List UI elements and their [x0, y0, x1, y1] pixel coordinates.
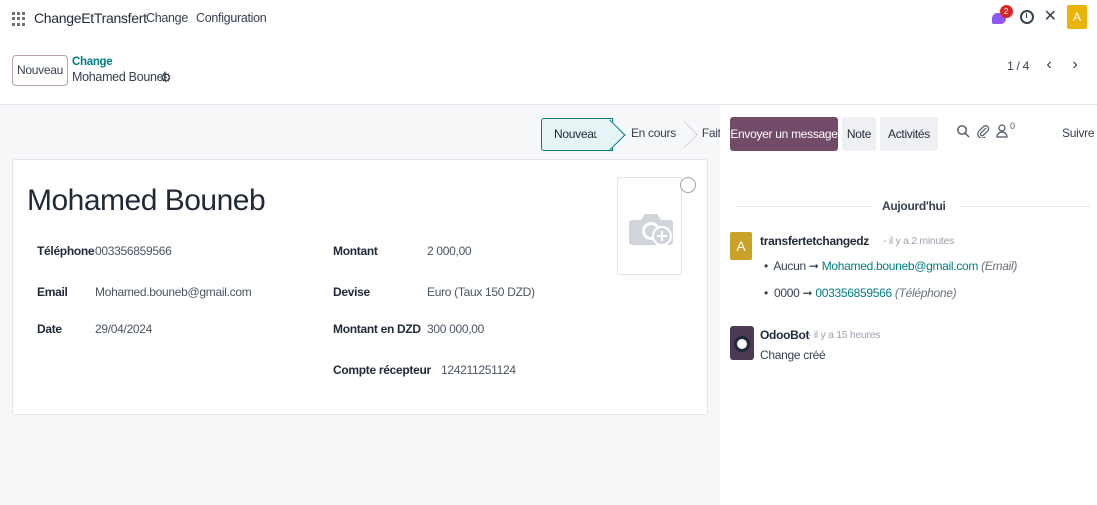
value-date[interactable]: 29/04/2024 — [95, 322, 152, 336]
follower-count: 0 — [1010, 121, 1016, 131]
message-body: Change créé — [760, 348, 826, 362]
tracking-old-value: 0000 — [773, 286, 800, 300]
bullet-dot: • — [764, 286, 768, 300]
message-author[interactable]: transfertetchangedz — [760, 234, 869, 248]
tracking-change-telephone: • 0000 ➞ 003356859566 (Téléphone) — [764, 286, 957, 300]
breadcrumb-current: Mohamed Bouneb — [72, 70, 170, 84]
value-email[interactable]: Mohamed.bouneb@gmail.com — [95, 285, 252, 299]
tracking-new-value: 003356859566 — [815, 286, 892, 300]
label-montant-dzd: Montant en DZD — [333, 322, 421, 336]
menu-configuration[interactable]: Configuration — [196, 11, 267, 25]
date-separator: Aujourd'hui — [882, 199, 946, 213]
record-name[interactable]: Mohamed Bouneb — [27, 184, 266, 218]
message-time: - il y a 2 minutes — [883, 235, 955, 247]
label-devise: Devise — [333, 285, 370, 299]
separator-line-right — [960, 206, 1090, 207]
message-author[interactable]: OdooBot — [760, 328, 810, 342]
activities-button[interactable]: Activités — [880, 117, 938, 151]
tools-icon[interactable]: ✕ — [1044, 9, 1057, 25]
stage-nouveau[interactable]: Nouveau — [541, 118, 613, 151]
arrow-right-icon: ➞ — [802, 286, 816, 300]
label-montant: Montant — [333, 244, 378, 258]
user-avatar[interactable]: A — [1067, 5, 1087, 29]
search-icon[interactable] — [956, 124, 970, 138]
arrow-right-icon: ➞ — [808, 259, 822, 273]
systray: 2 ✕ A — [991, 5, 1087, 29]
chatter-panel — [720, 105, 1097, 505]
discuss-badge: 2 — [999, 5, 1013, 18]
form-sheet: Mohamed Bouneb Téléphone 003356859566 Em… — [12, 159, 708, 415]
pager-value[interactable]: 1 / 4 — [1007, 59, 1029, 73]
log-note-button[interactable]: Note — [842, 117, 876, 151]
pager: 1 / 4 ‹ › — [1007, 56, 1085, 76]
value-montant[interactable]: 2 000,00 — [427, 244, 472, 258]
breadcrumb-parent[interactable]: Change — [72, 56, 113, 68]
label-telephone: Téléphone — [37, 244, 95, 258]
gear-icon[interactable]: ⚙ — [160, 70, 172, 86]
value-montant-dzd[interactable]: 300 000,00 — [427, 322, 484, 336]
odoobot-face-icon — [734, 336, 750, 352]
tracking-field-name: (Email) — [981, 259, 1018, 273]
tracking-new-value: Mohamed.bouneb@gmail.com — [821, 259, 979, 273]
bullet-dot: • — [764, 259, 768, 273]
followers-icon[interactable] — [996, 124, 1008, 138]
separator-line-left — [736, 206, 872, 207]
top-navbar: ChangeEtTransfert Change Configuration 2… — [0, 0, 1097, 40]
paperclip-icon[interactable] — [976, 124, 990, 138]
new-button[interactable]: Nouveau — [12, 55, 68, 86]
label-date: Date — [37, 322, 62, 336]
value-telephone[interactable]: 003356859566 — [95, 244, 172, 258]
tracking-field-name: (Téléphone) — [894, 286, 957, 300]
send-message-button[interactable]: Envoyer un message — [730, 117, 838, 151]
message-author-avatar[interactable]: A — [730, 232, 752, 260]
label-email: Email — [37, 285, 68, 299]
value-compte-recepteur[interactable]: 124211251124 — [441, 363, 516, 377]
apps-grid-icon[interactable] — [12, 12, 26, 26]
app-brand[interactable]: ChangeEtTransfert — [34, 10, 147, 26]
follow-button[interactable]: Suivre — [1062, 126, 1095, 140]
image-field[interactable] — [617, 177, 682, 275]
discuss-icon[interactable]: 2 — [991, 5, 1013, 25]
label-compte-recepteur: Compte récepteur — [333, 363, 431, 377]
odoobot-avatar[interactable] — [730, 326, 754, 360]
pager-previous-icon[interactable]: ‹ — [1039, 56, 1059, 76]
priority-radio-icon[interactable] — [680, 177, 696, 193]
status-bar: Nouveau En cours Fait — [541, 118, 733, 151]
value-devise[interactable]: Euro (Taux 150 DZD) — [427, 285, 535, 299]
message-time: - il y a 15 heures — [808, 329, 881, 341]
tracking-change-email: • Aucun ➞ Mohamed.bouneb@gmail.com (Emai… — [764, 259, 1017, 273]
activity-clock-icon[interactable] — [1019, 10, 1034, 24]
pager-next-icon[interactable]: › — [1065, 56, 1085, 76]
tracking-old-value: Aucun — [773, 259, 806, 273]
camera-icon — [629, 214, 673, 246]
menu-change[interactable]: Change — [146, 11, 188, 25]
